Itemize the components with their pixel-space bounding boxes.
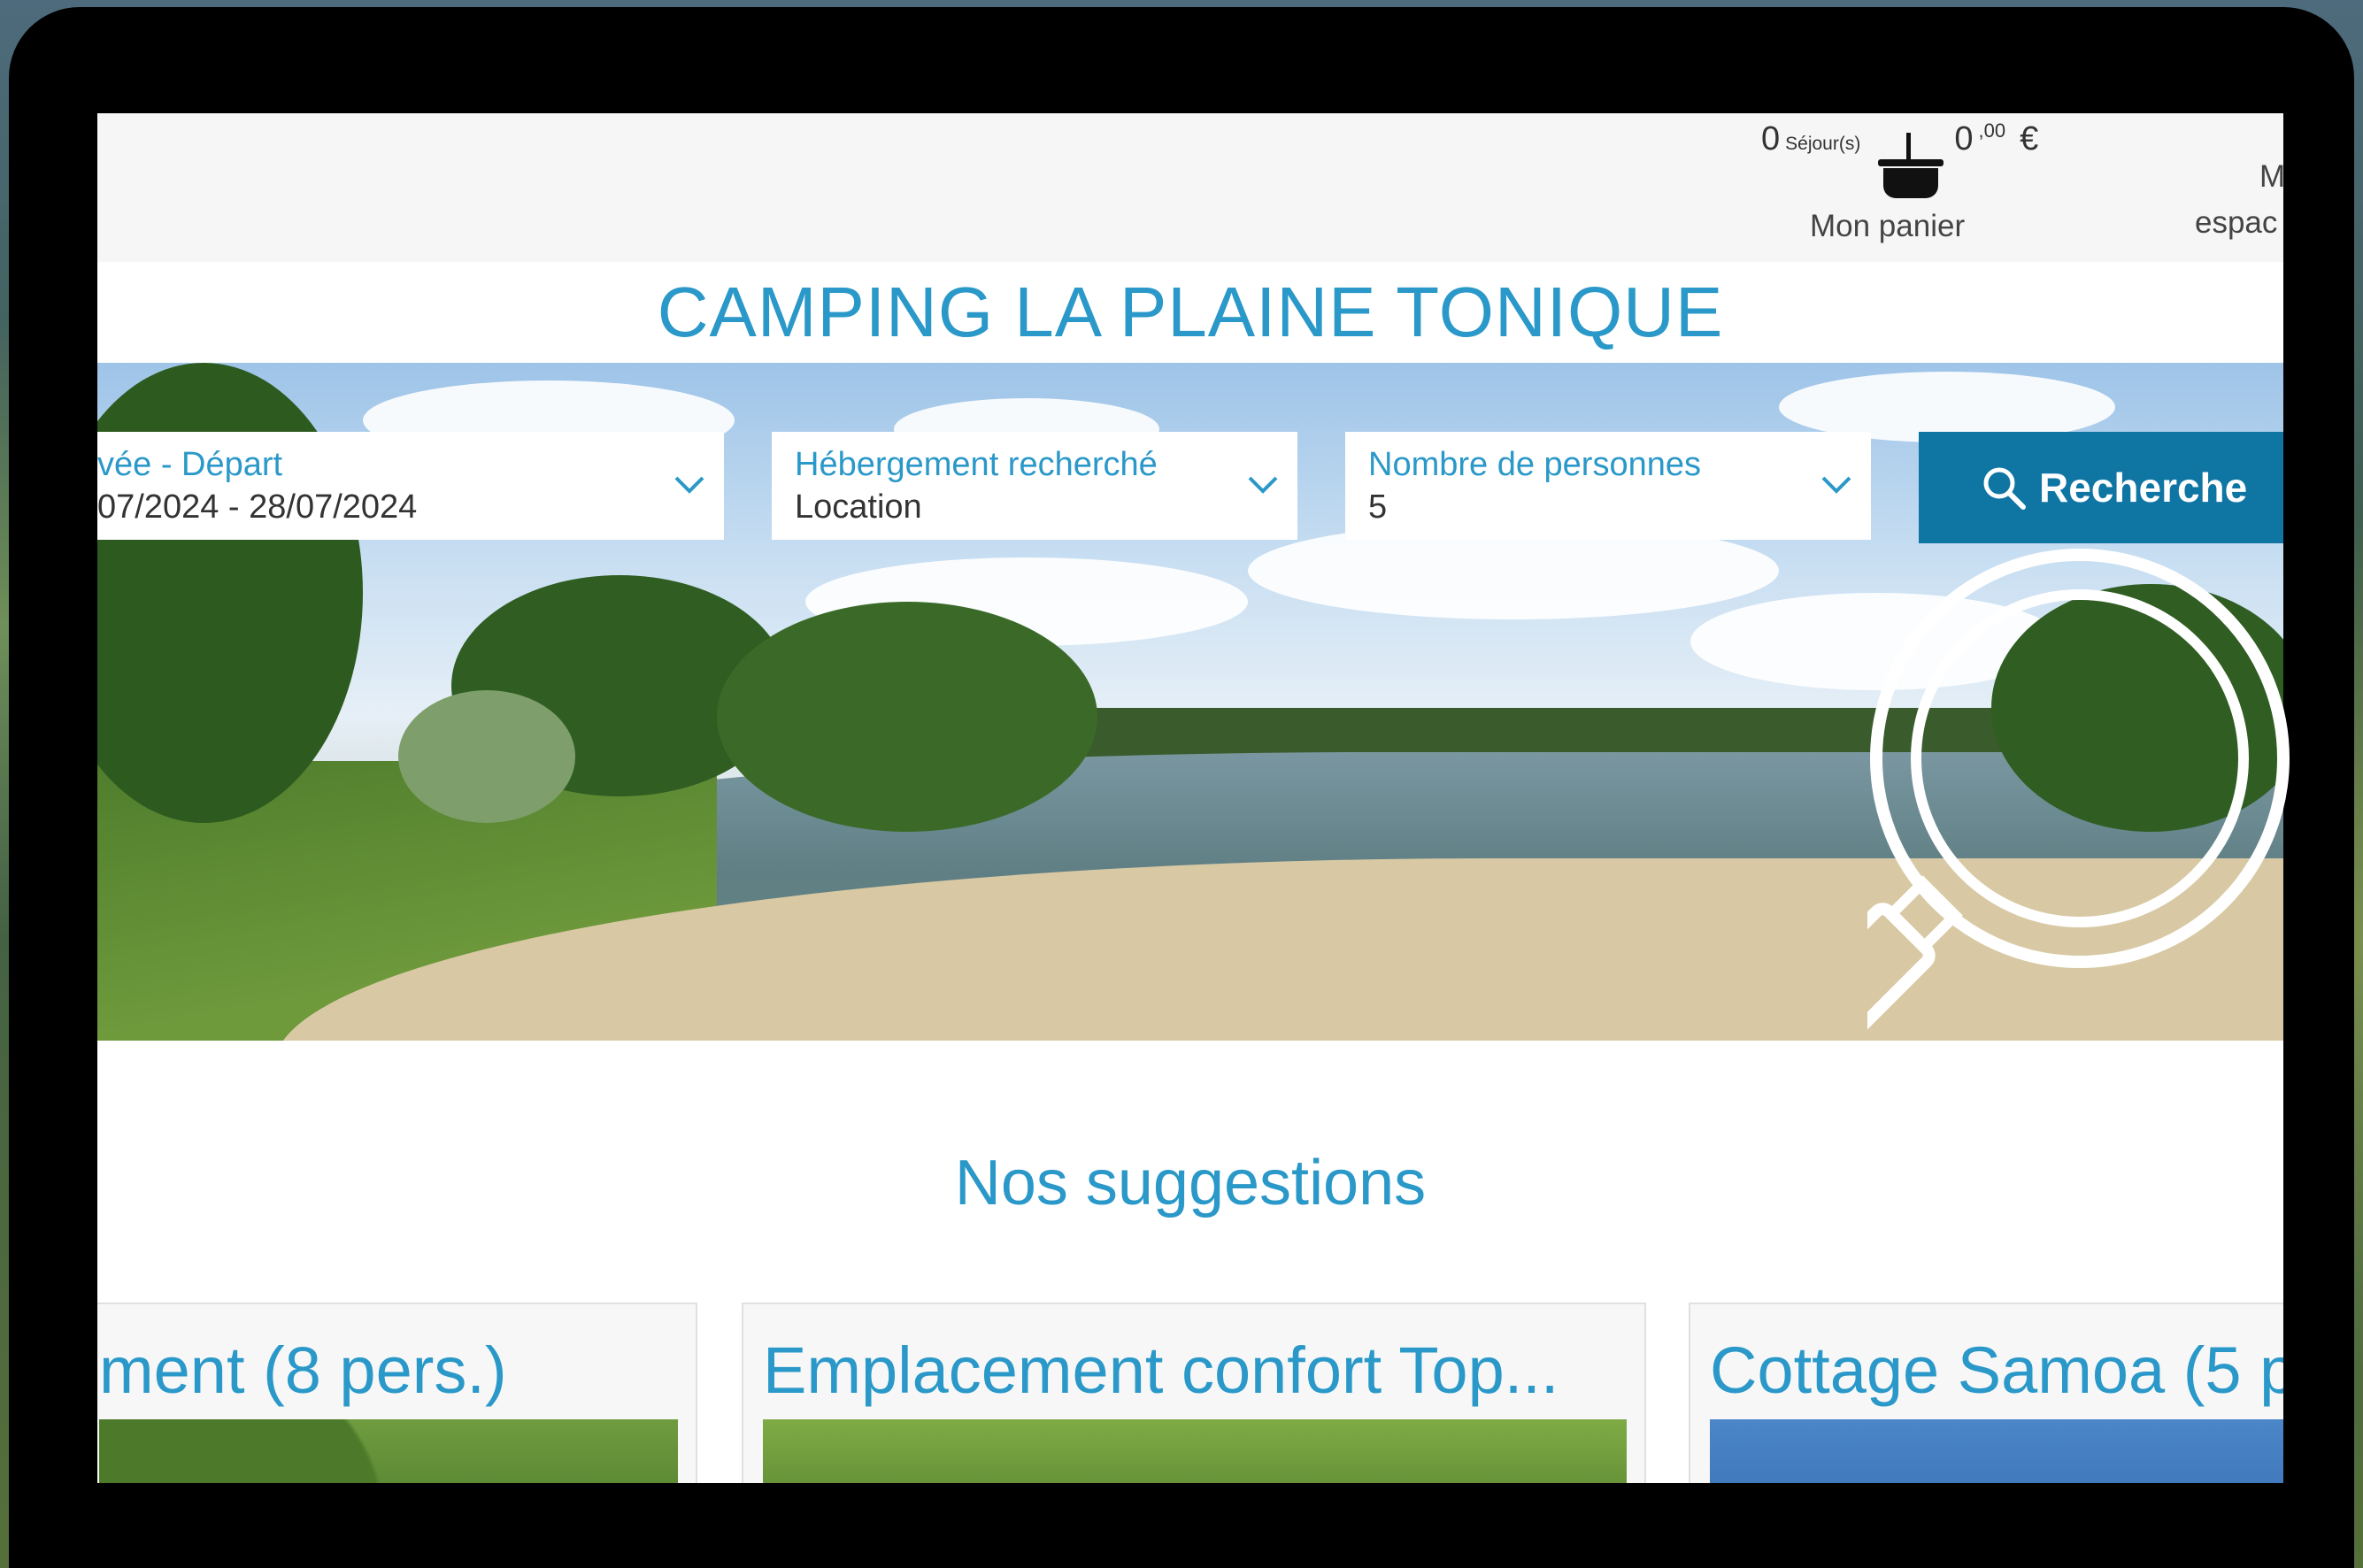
search-button-label: Recherche bbox=[2039, 465, 2248, 511]
search-button[interactable]: Recherche bbox=[1919, 432, 2283, 543]
cart-currency: € bbox=[2020, 120, 2039, 158]
chevron-down-icon[interactable] bbox=[674, 469, 704, 499]
suggestion-card-image[interactable] bbox=[1710, 1419, 2283, 1483]
account-link-line1[interactable]: M bbox=[2259, 159, 2283, 195]
suggestion-card-image[interactable] bbox=[763, 1419, 1627, 1483]
chevron-down-icon[interactable] bbox=[1248, 469, 1278, 499]
chevron-down-icon[interactable] bbox=[1821, 469, 1851, 499]
dates-value: 07/2024 - 28/07/2024 bbox=[97, 488, 418, 526]
suggestion-card-title[interactable]: Cottage Samoa (5 p bbox=[1710, 1333, 2283, 1408]
cart-link[interactable]: Mon panier bbox=[1810, 209, 1965, 244]
lodging-label: Hébergement recherché bbox=[795, 446, 1158, 483]
dates-field[interactable]: vée - Départ 07/2024 - 28/07/2024 bbox=[97, 432, 724, 540]
basket-icon[interactable] bbox=[1871, 133, 1949, 202]
people-field[interactable]: Nombre de personnes 5 bbox=[1345, 432, 1871, 540]
magnifier-icon bbox=[1867, 549, 2290, 1121]
lodging-field[interactable]: Hébergement recherché Location bbox=[772, 432, 1297, 540]
suggestion-card[interactable]: Cottage Samoa (5 p bbox=[1689, 1303, 2283, 1483]
account-link-line2[interactable]: espac bbox=[2195, 205, 2277, 241]
lodging-value: Location bbox=[795, 488, 922, 526]
suggestion-card-title[interactable]: Emplacement confort Top... bbox=[763, 1333, 1559, 1408]
suggestions-title: Nos suggestions bbox=[954, 1148, 1427, 1218]
suggestion-card[interactable]: ment (8 pers.) bbox=[97, 1303, 697, 1483]
cart-amount: 0 bbox=[1954, 120, 1974, 158]
cart-count: 0 bbox=[1761, 120, 1781, 158]
suggestion-card-title[interactable]: ment (8 pers.) bbox=[99, 1333, 507, 1408]
cart-summary[interactable]: 0 Séjour(s) 0,00 € bbox=[1761, 119, 2039, 198]
cart-amount-decimals: ,00 bbox=[1978, 119, 2006, 142]
suggestion-card[interactable]: Emplacement confort Top... bbox=[742, 1303, 1646, 1483]
search-icon bbox=[1983, 467, 2026, 510]
top-header: 0 Séjour(s) 0,00 € Mon panier M espac bbox=[97, 113, 2283, 262]
people-label: Nombre de personnes bbox=[1368, 446, 1701, 483]
cart-unit: Séjour(s) bbox=[1785, 134, 1861, 154]
site-title: CAMPING LA PLAINE TONIQUE bbox=[657, 273, 1724, 351]
dates-label: vée - Départ bbox=[97, 446, 283, 483]
people-value: 5 bbox=[1368, 488, 1388, 526]
suggestion-card-image[interactable] bbox=[99, 1419, 678, 1483]
